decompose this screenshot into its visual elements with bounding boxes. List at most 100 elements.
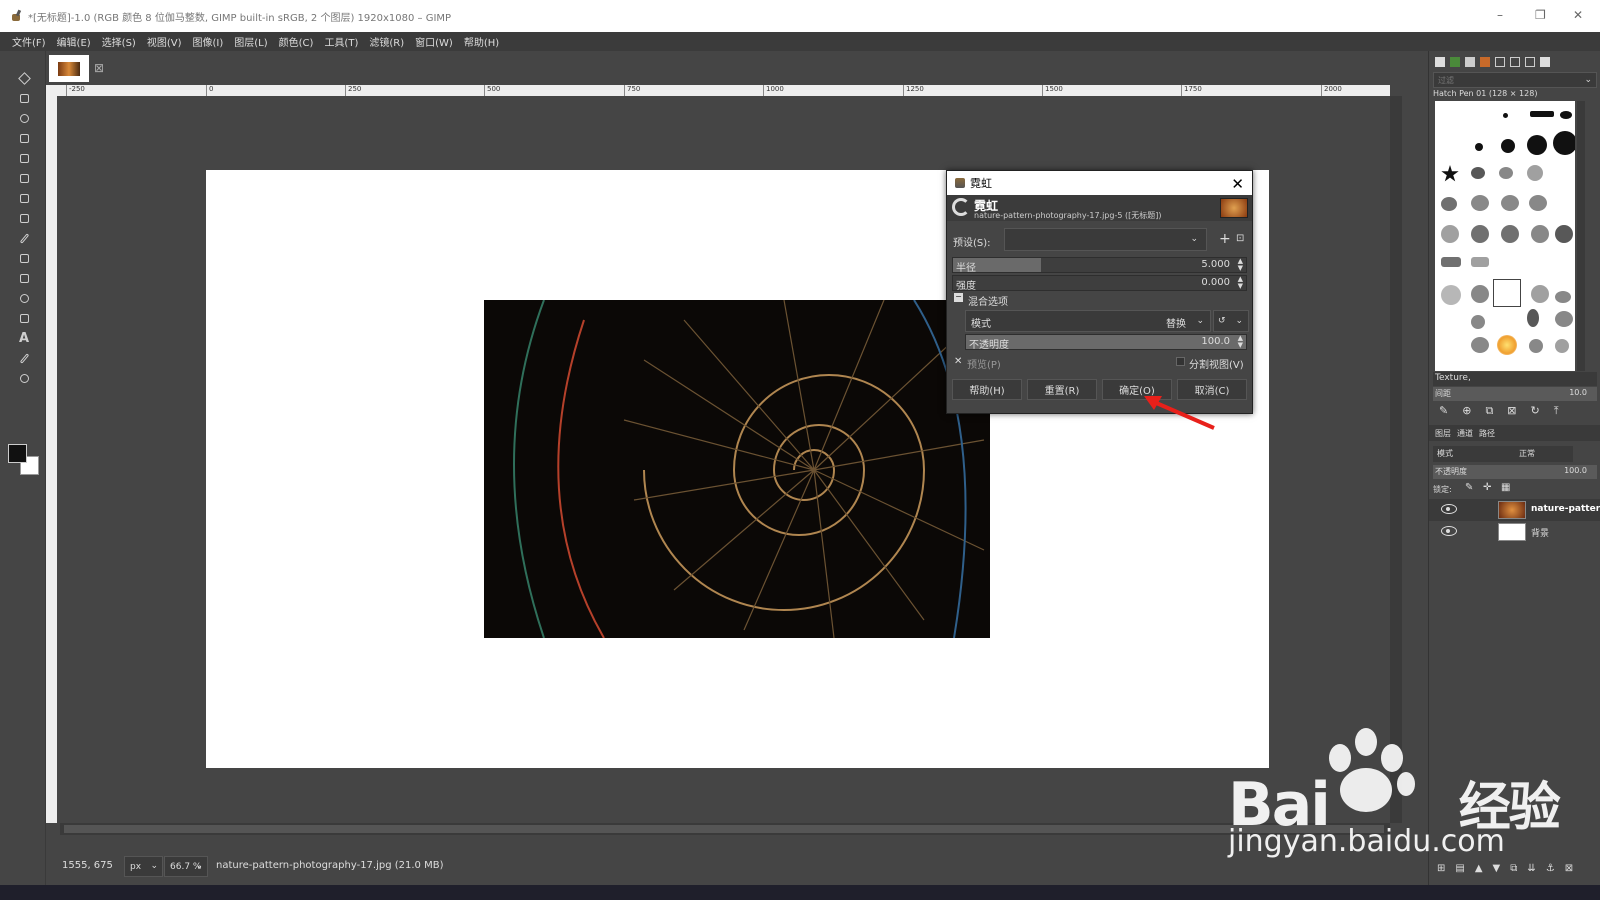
menu-layer[interactable]: 图层(L) — [234, 34, 267, 49]
lock-pixels-icon[interactable]: ✎ — [1465, 482, 1473, 493]
image-tab[interactable] — [49, 55, 89, 82]
brush-swatch[interactable] — [1531, 285, 1549, 303]
fuzzy-select-tool-icon[interactable] — [17, 131, 31, 145]
layer-name[interactable]: nature-patter — [1531, 504, 1600, 514]
lock-alpha-icon[interactable]: ▦ — [1501, 482, 1510, 493]
brush-swatch[interactable] — [1471, 315, 1485, 329]
radius-slider[interactable]: 半径 5.000 ▲ ▼ — [952, 257, 1247, 274]
brush-swatch[interactable] — [1441, 285, 1461, 305]
text-tool-icon[interactable]: A — [17, 331, 31, 345]
brush-swatch[interactable] — [1503, 113, 1508, 118]
preset-menu-icon[interactable]: ⊡ — [1236, 233, 1244, 244]
vertical-ruler[interactable] — [46, 96, 57, 823]
brush-swatch[interactable] — [1441, 197, 1457, 211]
layer-row[interactable]: nature-patter — [1429, 499, 1600, 521]
raise-layer-icon[interactable]: ▲ — [1475, 863, 1483, 877]
document-history-tab-icon[interactable] — [1495, 57, 1505, 67]
clone-tool-icon[interactable] — [17, 271, 31, 285]
layer-row[interactable]: 背景 — [1429, 521, 1600, 543]
new-brush-icon[interactable]: ⊕ — [1462, 404, 1471, 418]
crop-tool-icon[interactable] — [17, 151, 31, 165]
star-brush-icon[interactable] — [1441, 165, 1459, 182]
brush-swatch[interactable] — [1555, 339, 1569, 353]
new-layer-icon[interactable]: ⊞ — [1437, 863, 1445, 877]
help-button[interactable]: 帮助(H) — [952, 379, 1022, 400]
brush-swatch[interactable] — [1501, 225, 1519, 243]
brush-filter-input[interactable]: 过滤 ⌄ — [1433, 72, 1597, 88]
radius-spinner-icon[interactable]: ▲ ▼ — [1238, 258, 1243, 272]
brush-swatch[interactable] — [1441, 225, 1459, 243]
images-tab-icon[interactable] — [1540, 57, 1550, 67]
composite-mode-select[interactable]: ↺ ⌄ — [1213, 310, 1249, 332]
tab-channels[interactable]: 通道 — [1457, 428, 1473, 439]
brush-swatch[interactable] — [1529, 339, 1543, 353]
brushes-tab-icon[interactable] — [1435, 57, 1445, 67]
brush-grid[interactable] — [1435, 101, 1575, 371]
delete-layer-icon[interactable]: ⊠ — [1565, 863, 1573, 877]
duplicate-brush-icon[interactable]: ⧉ — [1485, 404, 1493, 418]
lasso-tool-icon[interactable] — [17, 111, 31, 125]
menu-file[interactable]: 文件(F) — [12, 34, 46, 49]
paths-tool-icon[interactable] — [17, 311, 31, 325]
undo-history-tab-icon[interactable] — [1525, 57, 1535, 67]
visibility-eye-icon[interactable] — [1441, 526, 1457, 536]
visibility-eye-icon[interactable] — [1441, 504, 1457, 514]
preview-checkbox[interactable]: ✕ — [954, 356, 962, 367]
intensity-slider[interactable]: 强度 0.000 ▲ ▼ — [952, 275, 1247, 292]
delete-brush-icon[interactable]: ⊠ — [1507, 404, 1516, 418]
duplicate-layer-icon[interactable]: ⧉ — [1510, 863, 1517, 877]
horizontal-ruler[interactable]: -250 0 250 500 750 1000 1250 1500 1750 2… — [60, 85, 1390, 96]
brush-swatch[interactable] — [1531, 225, 1549, 243]
brush-swatch[interactable] — [1471, 257, 1489, 267]
layer-name[interactable]: 背景 — [1531, 526, 1549, 539]
menu-view[interactable]: 视图(V) — [147, 34, 182, 49]
brush-swatch[interactable] — [1555, 291, 1571, 303]
brush-swatch[interactable] — [1471, 195, 1489, 211]
maximize-button[interactable]: ❐ — [1535, 8, 1546, 22]
preset-select[interactable]: ⌄ — [1004, 228, 1207, 251]
smudge-tool-icon[interactable] — [17, 291, 31, 305]
menu-filters[interactable]: 滤镜(R) — [369, 34, 404, 49]
tab-layers[interactable]: 图层 — [1435, 428, 1451, 439]
blend-options-label[interactable]: 混合选项 — [968, 293, 1008, 308]
dialog-close-icon[interactable]: ✕ — [1231, 175, 1244, 193]
brush-swatch[interactable] — [1475, 143, 1483, 151]
brush-swatch[interactable] — [1471, 285, 1489, 303]
zoom-select[interactable]: 66.7 % ⌄ — [164, 856, 208, 877]
collapse-icon[interactable]: − — [954, 293, 963, 302]
merge-layer-icon[interactable]: ⇊ — [1527, 863, 1535, 877]
brush-swatch[interactable] — [1501, 139, 1515, 153]
brush-swatch[interactable] — [1471, 225, 1489, 243]
split-view-checkbox[interactable] — [1176, 357, 1185, 366]
palettes-tab-icon[interactable] — [1480, 57, 1490, 67]
selected-brush-swatch[interactable] — [1493, 279, 1521, 307]
brush-tag-input[interactable]: Texture, — [1433, 372, 1597, 386]
close-window-button[interactable]: ✕ — [1573, 8, 1583, 22]
blend-mode-select[interactable]: 模式 替换 ⌄ — [965, 310, 1211, 332]
menu-colors[interactable]: 颜色(C) — [279, 34, 314, 49]
spacing-slider[interactable]: 间距 10.0 — [1433, 387, 1597, 401]
rect-select-tool-icon[interactable] — [17, 91, 31, 105]
opacity-slider[interactable]: 不透明度 100.0 ▲ ▼ — [965, 334, 1247, 351]
open-brush-icon[interactable]: ⤒ — [1554, 404, 1559, 418]
zoom-tool-icon[interactable] — [17, 371, 31, 385]
intensity-spinner-icon[interactable]: ▲ ▼ — [1238, 276, 1243, 290]
minimize-button[interactable]: – — [1497, 8, 1503, 22]
brush-scrollbar[interactable] — [1577, 101, 1585, 371]
color-picker-tool-icon[interactable] — [17, 351, 31, 365]
brush-swatch[interactable] — [1529, 195, 1547, 211]
layer-mode-select[interactable]: 模式 正常 — [1433, 446, 1573, 462]
close-tab-icon[interactable]: ⊠ — [94, 61, 104, 75]
brush-swatch[interactable] — [1527, 309, 1539, 327]
brush-swatch[interactable] — [1530, 111, 1554, 117]
foreground-color-swatch[interactable] — [8, 444, 27, 463]
menu-select[interactable]: 选择(S) — [102, 34, 136, 49]
warp-tool-icon[interactable] — [17, 191, 31, 205]
add-preset-icon[interactable]: + — [1219, 231, 1231, 247]
brush-swatch[interactable] — [1560, 111, 1572, 119]
lower-layer-icon[interactable]: ▼ — [1493, 863, 1501, 877]
paintbrush-tool-icon[interactable] — [17, 231, 31, 245]
eraser-tool-icon[interactable] — [17, 251, 31, 265]
brush-swatch[interactable] — [1471, 167, 1485, 179]
transform-tool-icon[interactable] — [17, 171, 31, 185]
